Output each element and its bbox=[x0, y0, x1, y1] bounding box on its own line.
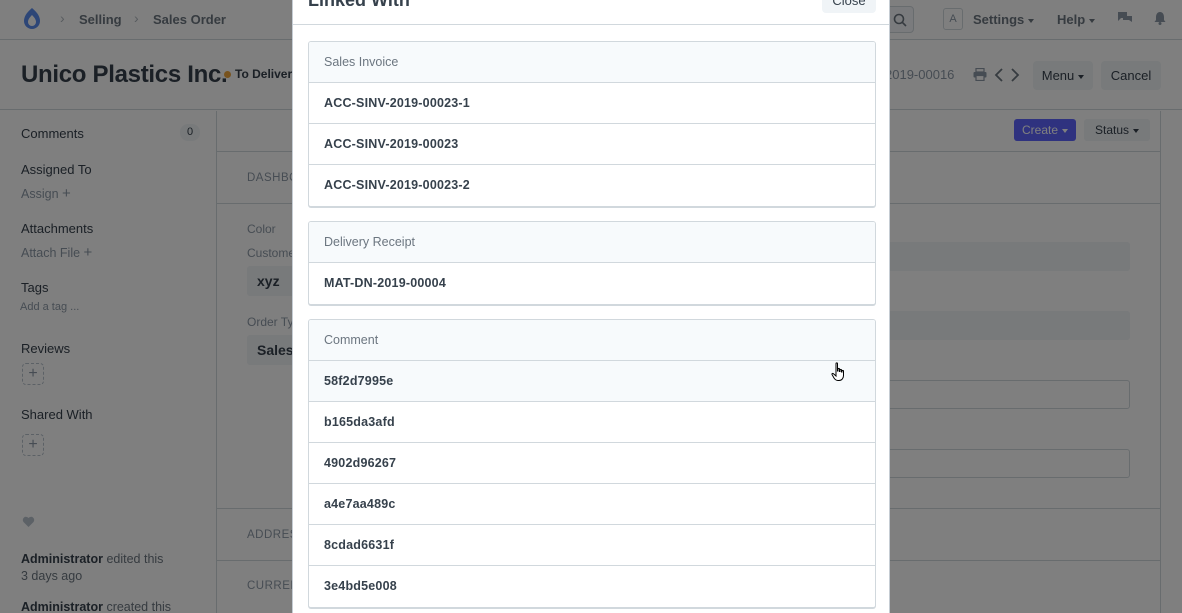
linked-document-link[interactable]: ACC-SINV-2019-00023-2 bbox=[309, 165, 875, 206]
linked-document-link[interactable]: 58f2d7995e bbox=[309, 361, 875, 402]
group-header: Comment bbox=[309, 320, 875, 361]
pointer-cursor-icon bbox=[831, 362, 844, 381]
close-button[interactable]: Close bbox=[822, 0, 876, 13]
linked-document-link[interactable]: 3e4bd5e008 bbox=[309, 566, 875, 607]
linked-group-comment: Comment 58f2d7995e b165da3afd 4902d96267… bbox=[308, 319, 876, 608]
dialog-header: Linked With Close bbox=[293, 0, 889, 25]
dialog-title: Linked With bbox=[308, 0, 410, 10]
linked-document-link[interactable]: MAT-DN-2019-00004 bbox=[309, 263, 875, 304]
group-header: Delivery Receipt bbox=[309, 222, 875, 263]
linked-document-link[interactable]: a4e7aa489c bbox=[309, 484, 875, 525]
linked-document-link[interactable]: b165da3afd bbox=[309, 402, 875, 443]
linked-document-link[interactable]: ACC-SINV-2019-00023-1 bbox=[309, 83, 875, 124]
linked-document-link[interactable]: ACC-SINV-2019-00023 bbox=[309, 124, 875, 165]
linked-document-link[interactable]: 8cdad6631f bbox=[309, 525, 875, 566]
linked-with-dialog: Linked With Close Sales Invoice ACC-SINV… bbox=[292, 0, 890, 613]
linked-document-link[interactable]: 4902d96267 bbox=[309, 443, 875, 484]
linked-group-sales-invoice: Sales Invoice ACC-SINV-2019-00023-1 ACC-… bbox=[308, 41, 876, 207]
linked-group-delivery-receipt: Delivery Receipt MAT-DN-2019-00004 bbox=[308, 221, 876, 305]
group-header: Sales Invoice bbox=[309, 42, 875, 83]
